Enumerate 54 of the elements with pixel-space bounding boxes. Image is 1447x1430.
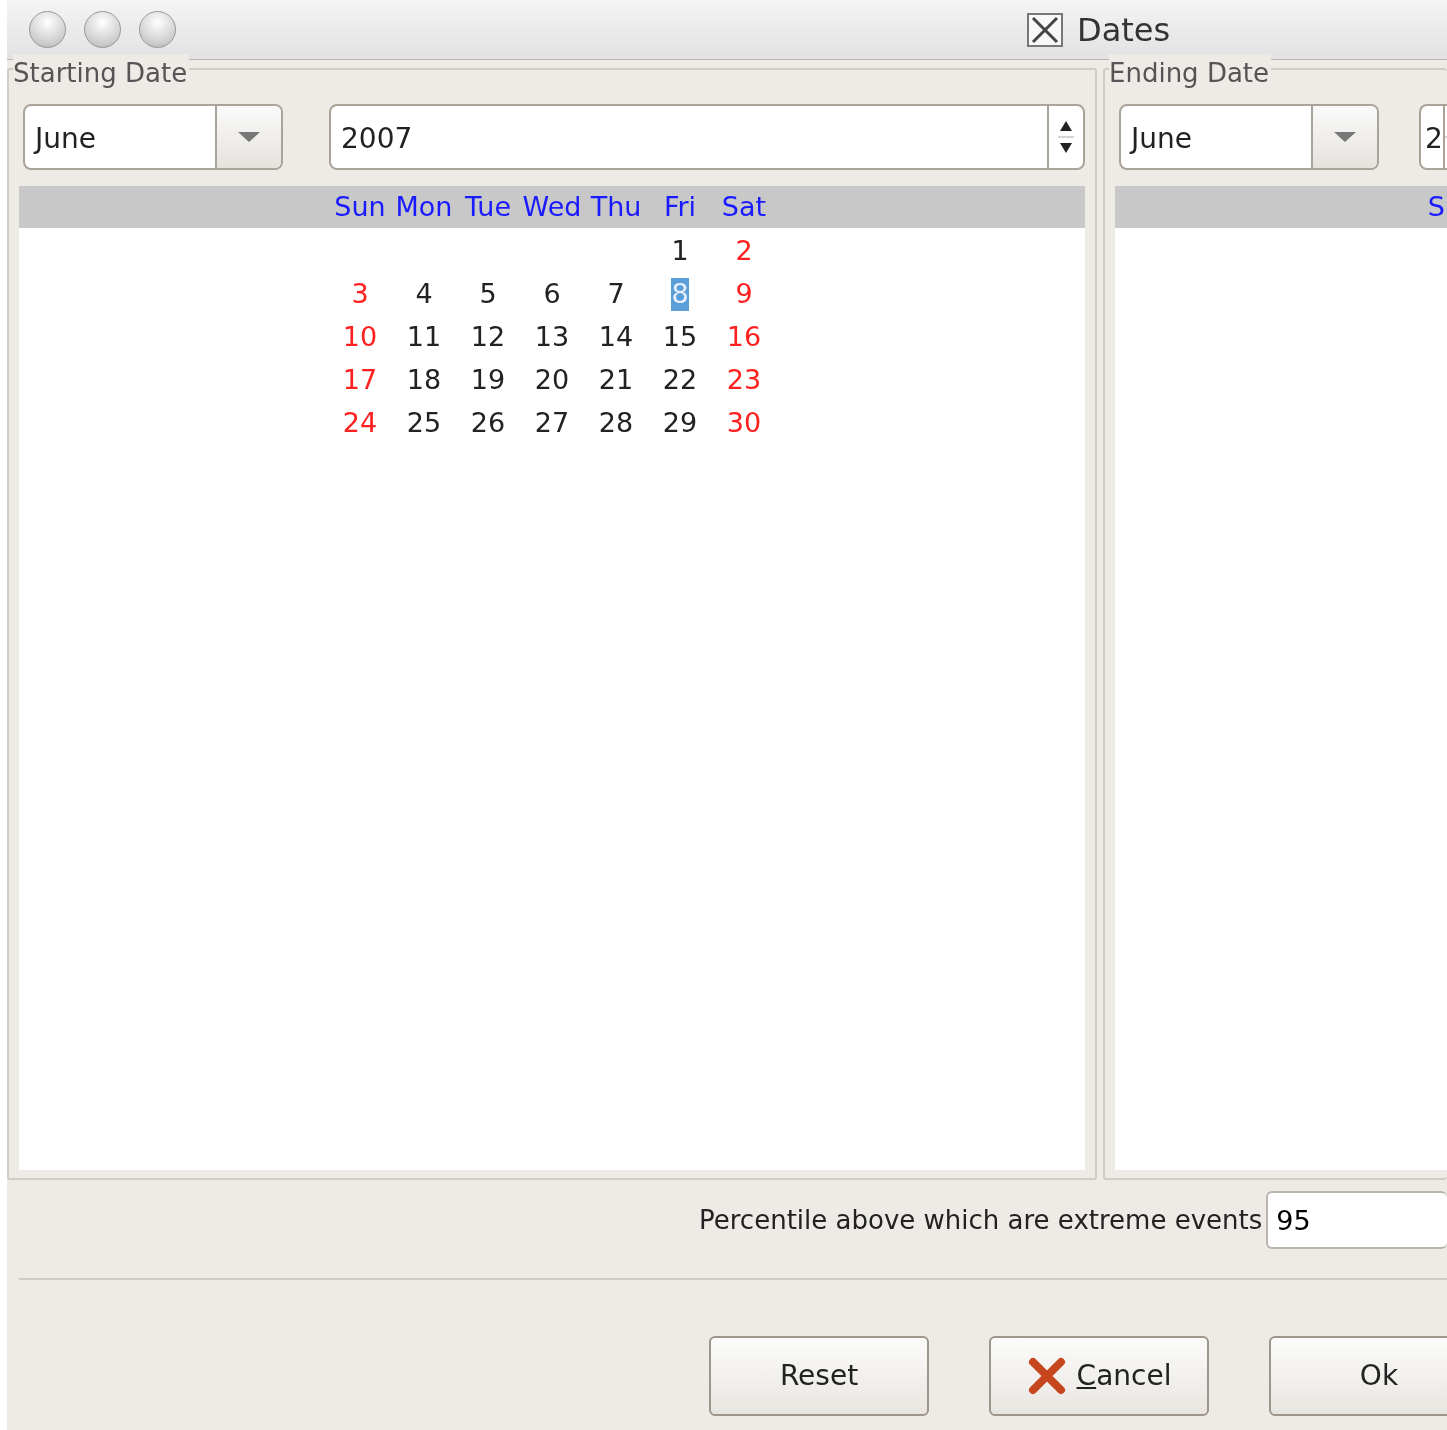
calendar-day[interactable]: 24 [342,407,378,440]
calendar-day[interactable]: 15 [662,321,698,354]
app-icon [1027,12,1063,47]
calendar-day[interactable]: 21 [598,364,634,397]
calendar-day[interactable]: 1 [671,235,689,268]
cancel-button[interactable]: Cancel [989,1336,1209,1416]
calendar-day[interactable]: 28 [598,407,634,440]
year-spinner[interactable]: 2007 [329,104,1085,170]
caret-icon [238,132,260,142]
close-icon [1026,1356,1067,1396]
calendar-day[interactable]: 2 [735,235,753,268]
calendar-day[interactable]: 9 [735,278,753,311]
weekday-label: Sun [334,190,386,225]
window-title: Dates [1077,9,1171,51]
calendar-day[interactable]: 30 [726,407,762,440]
percentile-field[interactable]: 95 [1266,1191,1447,1249]
month-dropdown[interactable]: June [23,104,283,170]
weekday-label: Sat [721,190,767,225]
calendar-day[interactable]: 12 [470,321,506,354]
window-control-button[interactable] [84,11,121,48]
weekday-label: Fri [663,190,697,225]
calendar-day[interactable]: 17 [342,364,378,397]
caret-icon [1334,132,1356,142]
calendar-day[interactable]: 18 [406,364,442,397]
calendar-day[interactable]: 19 [470,364,506,397]
calendar-day[interactable]: 26 [470,407,506,440]
month-dropdown[interactable]: June [1119,104,1379,170]
calendar-day[interactable]: 7 [607,278,625,311]
calendar-day[interactable]: 23 [726,364,762,397]
percentile-label: Percentile above which are extreme events [699,1203,1263,1237]
calendar-day[interactable]: 3 [351,278,369,311]
window-control-button[interactable] [29,11,66,48]
weekday-label: Wed [522,190,582,225]
dialog-button[interactable]: Ok [1269,1336,1447,1416]
year-spinner[interactable]: 2 [1419,104,1447,170]
calendar-day[interactable]: 5 [479,278,497,311]
calendar-day[interactable]: 10 [342,321,378,354]
calendar-day[interactable]: 22 [662,364,698,397]
calendar-day[interactable]: 11 [406,321,442,354]
calendar-day[interactable]: 25 [406,407,442,440]
calendar-day[interactable]: 14 [598,321,634,354]
weekday-label: Mon [395,190,453,225]
window-control-button[interactable] [139,11,176,48]
calendar-day[interactable]: 6 [543,278,561,311]
dialog-button[interactable]: Reset [709,1336,929,1416]
weekday-label: Tue [464,190,512,225]
calendar-day[interactable]: 16 [726,321,762,354]
calendar-day[interactable]: 20 [534,364,570,397]
calendar-day[interactable]: 27 [534,407,570,440]
weekday-label: Thu [590,190,642,225]
calendar-day[interactable]: 13 [534,321,570,354]
weekday-label: S [1427,190,1445,225]
calendar-day[interactable]: 29 [662,407,698,440]
calendar-day[interactable]: 4 [415,278,433,311]
